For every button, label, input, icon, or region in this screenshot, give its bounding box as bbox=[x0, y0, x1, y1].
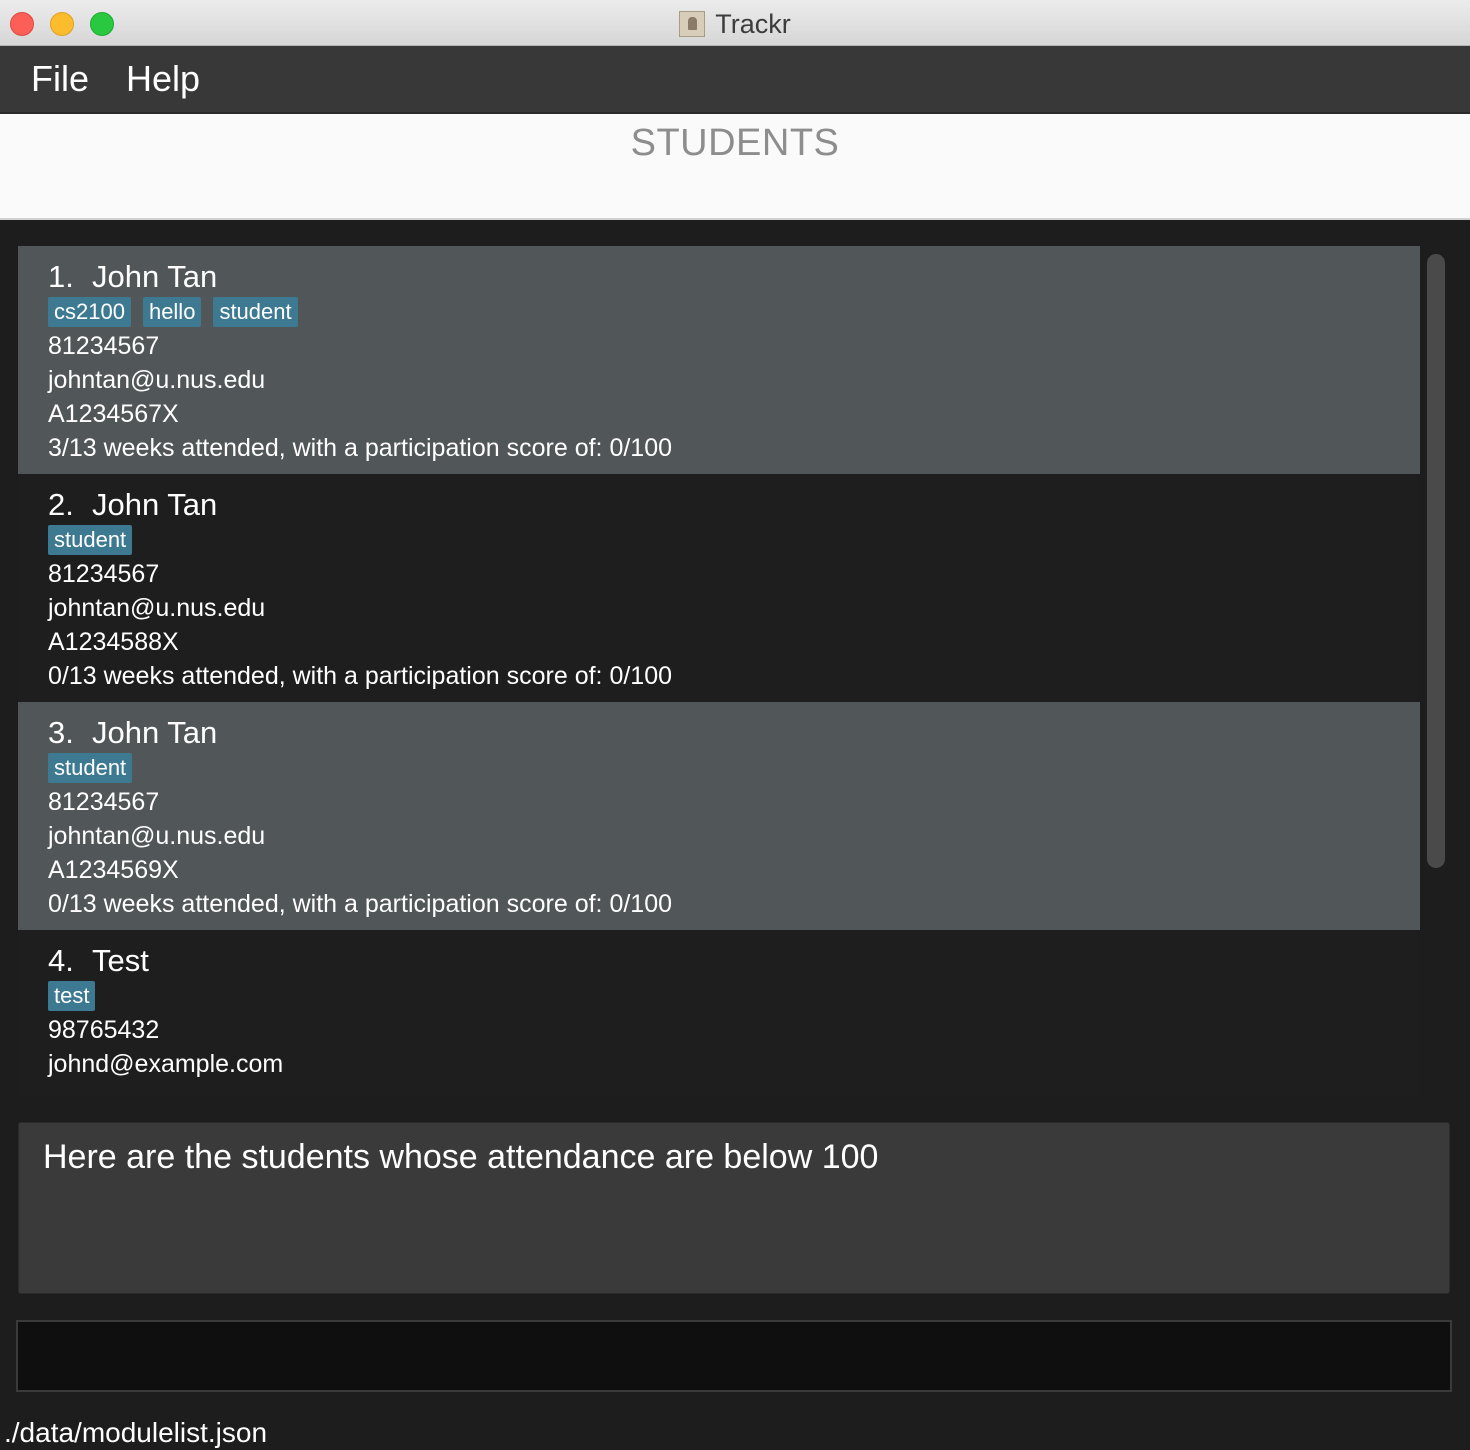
student-email: johntan@u.nus.edu bbox=[48, 822, 266, 850]
status-file-path: ./data/modulelist.json bbox=[4, 1417, 268, 1448]
student-index: 1. bbox=[48, 259, 74, 294]
student-index: 2. bbox=[48, 487, 74, 522]
student-name: John Tan bbox=[92, 259, 218, 294]
scrollbar-thumb[interactable] bbox=[1427, 254, 1445, 868]
tag: student bbox=[48, 753, 133, 783]
student-attendance: 3/13 weeks attended, with a participatio… bbox=[48, 434, 672, 462]
result-message: Here are the students whose attendance a… bbox=[43, 1138, 879, 1176]
student-email: johnd@example.com bbox=[48, 1050, 284, 1078]
student-id: A1234567X bbox=[48, 400, 179, 428]
student-index: 3. bbox=[48, 715, 74, 750]
tag-list: test bbox=[48, 979, 1420, 1013]
window-title-area: Trackr bbox=[0, 8, 1470, 40]
tag: test bbox=[48, 981, 96, 1011]
student-attendance: 0/13 weeks attended, with a participatio… bbox=[48, 662, 672, 690]
tag-list: student bbox=[48, 751, 1420, 785]
student-name-line: 1. John Tan bbox=[48, 260, 1420, 294]
tag-list: student bbox=[48, 523, 1420, 557]
student-card[interactable]: 3. John Tan student 81234567 johntan@u.nu… bbox=[18, 702, 1420, 930]
tag: student bbox=[213, 297, 298, 327]
student-name-line: 3. John Tan bbox=[48, 716, 1420, 750]
student-id: A1234588X bbox=[48, 628, 179, 656]
student-email: johntan@u.nus.edu bbox=[48, 366, 266, 394]
student-attendance: 0/13 weeks attended, with a participatio… bbox=[48, 890, 672, 918]
student-name: Test bbox=[92, 943, 149, 978]
student-name: John Tan bbox=[92, 487, 218, 522]
student-phone: 98765432 bbox=[48, 1016, 160, 1044]
student-id: A1234569X bbox=[48, 856, 179, 884]
result-display: Here are the students whose attendance a… bbox=[18, 1122, 1450, 1294]
student-card[interactable]: 4. Test test 98765432 johnd@example.com bbox=[18, 930, 1420, 1096]
contacts-app-icon bbox=[679, 11, 706, 37]
student-phone: 81234567 bbox=[48, 560, 160, 588]
window-title: Trackr bbox=[715, 9, 791, 39]
student-card[interactable]: 1. John Tan cs2100 hello student 81234567 j… bbox=[18, 246, 1420, 474]
student-list[interactable]: 1. John Tan cs2100 hello student 81234567 j… bbox=[18, 246, 1420, 1096]
student-phone: 81234567 bbox=[48, 332, 160, 360]
menu-help[interactable]: Help bbox=[126, 58, 200, 100]
tag-list: cs2100 hello student bbox=[48, 295, 1420, 329]
student-name-line: 2. John Tan bbox=[48, 488, 1420, 522]
title-bar: Trackr bbox=[0, 0, 1470, 46]
command-input[interactable] bbox=[16, 1320, 1452, 1392]
list-header: STUDENTS bbox=[0, 114, 1470, 220]
tag: cs2100 bbox=[48, 297, 131, 327]
student-index: 4. bbox=[48, 943, 74, 978]
student-name: John Tan bbox=[92, 715, 218, 750]
student-name-line: 4. Test bbox=[48, 944, 1420, 978]
menu-file[interactable]: File bbox=[31, 58, 89, 100]
student-email: johntan@u.nus.edu bbox=[48, 594, 266, 622]
tag: student bbox=[48, 525, 133, 555]
list-scrollbar[interactable] bbox=[1424, 246, 1448, 1096]
menu-bar: File Help bbox=[0, 46, 1470, 114]
student-card[interactable]: 2. John Tan student 81234567 johntan@u.nu… bbox=[18, 474, 1420, 702]
page-title: STUDENTS bbox=[630, 122, 840, 164]
student-phone: 81234567 bbox=[48, 788, 160, 816]
tag: hello bbox=[142, 297, 202, 327]
